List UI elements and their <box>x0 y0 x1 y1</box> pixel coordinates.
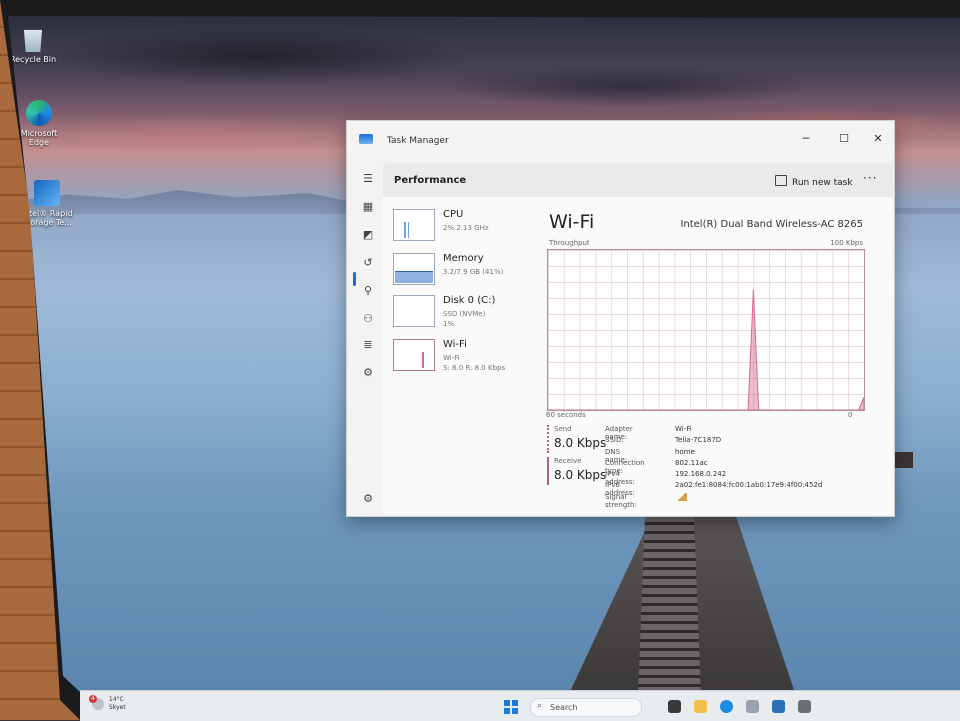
outlook-icon[interactable] <box>772 700 785 713</box>
property-value: Wi-Fi <box>675 425 692 433</box>
weather-widget[interactable]: 4 14°C Skyet <box>89 695 126 712</box>
receive-stat: Receive 8.0 Kbps <box>547 457 606 485</box>
app-icon[interactable] <box>798 700 811 713</box>
nav-selection-indicator <box>353 272 356 286</box>
settings-icon[interactable]: ⚙ <box>359 491 377 507</box>
disk-thumbnail-graph <box>393 295 435 327</box>
resource-sub-line: S: 8.0 R: 8.0 Kbps <box>443 364 506 372</box>
receive-label: Receive <box>554 457 582 465</box>
property-value: home <box>675 447 695 456</box>
resource-name: Disk 0 (C:) <box>443 295 496 306</box>
task-manager-app-icon <box>359 134 373 144</box>
resource-item-wifi[interactable]: Wi-Fi Wi-Fi S: 8.0 R: 8.0 Kbps <box>393 339 533 377</box>
property-value: 802.11ac <box>675 458 708 467</box>
send-stat: Send 8.0 Kbps <box>547 425 606 453</box>
taskbar-search[interactable]: ⌕ Search <box>530 698 642 717</box>
resource-item-cpu[interactable]: CPU 2% 2.13 GHz <box>393 209 533 247</box>
maximize-button[interactable]: ☐ <box>829 129 859 149</box>
details-icon[interactable]: ≣ <box>359 337 377 353</box>
task-view-icon[interactable] <box>668 700 681 713</box>
task-manager-window: Task Manager ─ ☐ ✕ ☰ ▦ ◩ ↺ ⚲ ⚇ ≣ ⚙ ⚙ Per… <box>346 120 895 517</box>
close-button[interactable]: ✕ <box>863 129 893 149</box>
page-title: Performance <box>394 175 467 186</box>
window-title: Task Manager <box>387 136 449 146</box>
app-history-icon[interactable]: ↺ <box>359 255 377 271</box>
resource-name: Memory <box>443 253 484 264</box>
hamburger-menu-icon[interactable]: ☰ <box>359 171 377 187</box>
search-placeholder: Search <box>550 703 578 712</box>
run-new-task-button[interactable]: Run new task <box>775 175 853 188</box>
resource-sub: 3.2/7.9 GB (41%) <box>443 268 504 276</box>
resource-sub-line: SSD (NVMe) <box>443 310 486 318</box>
resource-sub: Wi-Fi S: 8.0 R: 8.0 Kbps <box>443 353 505 373</box>
users-icon[interactable]: ⚇ <box>359 311 377 327</box>
intel-rst-icon <box>34 180 60 206</box>
property-value: 2a02:fe1:8084:fc00:1ab0:17e9:4f00:452d <box>675 481 823 490</box>
processes-icon[interactable]: ▦ <box>359 199 377 215</box>
desktop-icon-label: Recycle Bin <box>9 55 57 64</box>
property-value: Telia-7C187D <box>675 436 722 445</box>
send-label: Send <box>554 425 572 433</box>
resource-name: CPU <box>443 209 464 220</box>
weather-badge: 4 <box>89 695 97 703</box>
throughput-graph-svg <box>548 289 864 410</box>
resource-item-memory[interactable]: Memory 3.2/7.9 GB (41%) <box>393 253 533 291</box>
throughput-max-label: 100 Kbps <box>830 239 863 247</box>
property-key: SSID: <box>605 436 624 445</box>
send-value: 8.0 Kbps <box>554 436 607 450</box>
resource-item-disk[interactable]: Disk 0 (C:) SSD (NVMe) 1% <box>393 295 533 333</box>
memory-thumbnail-graph <box>393 253 435 285</box>
throughput-area <box>548 289 864 410</box>
more-options-button[interactable]: ··· <box>863 171 877 185</box>
property-value: 192.168.0.242 <box>675 470 727 479</box>
page-header: Performance Run new task ··· <box>383 163 893 197</box>
resource-sub: 2% 2.13 GHz <box>443 224 489 232</box>
graph-x-left-label: 60 seconds <box>546 411 586 419</box>
throughput-graph <box>547 249 865 411</box>
wifi-thumbnail-graph <box>393 339 435 371</box>
performance-content: CPU 2% 2.13 GHz Memory 3.2/7.9 GB (41%) … <box>383 197 893 515</box>
resource-sub-line: 1% <box>443 320 455 328</box>
performance-icon[interactable]: ◩ <box>359 227 377 243</box>
property-key: Signal strength: <box>605 492 637 509</box>
graph-x-right-label: 0 <box>848 411 853 419</box>
property-value <box>675 492 687 503</box>
run-new-task-label: Run new task <box>792 178 853 188</box>
weather-condition: Skyet <box>108 704 126 711</box>
weather-icon: 4 <box>89 695 104 710</box>
desktop-icon-recycle-bin[interactable]: Recycle Bin <box>8 26 68 64</box>
minimize-button[interactable]: ─ <box>791 129 821 149</box>
weather-temp: 14°C <box>108 696 124 703</box>
detail-title: Wi-Fi <box>549 211 595 233</box>
run-task-icon <box>775 175 787 186</box>
desktop-icon-label: Microsoft Edge <box>20 129 58 148</box>
signal-strength-icon <box>675 492 687 501</box>
edge-icon <box>26 100 52 126</box>
throughput-label: Throughput <box>549 239 590 247</box>
nav-sidebar: ☰ ▦ ◩ ↺ ⚲ ⚇ ≣ ⚙ ⚙ <box>351 161 385 511</box>
receive-value: 8.0 Kbps <box>554 468 607 482</box>
taskbar: 4 14°C Skyet ⌕ Search <box>80 690 960 721</box>
resource-sub: SSD (NVMe) 1% <box>443 309 485 329</box>
edge-taskbar-icon[interactable] <box>720 700 733 713</box>
start-button[interactable] <box>504 700 518 714</box>
file-explorer-icon[interactable] <box>694 700 707 713</box>
store-icon[interactable] <box>746 700 759 713</box>
recycle-bin-icon <box>23 29 43 52</box>
services-icon[interactable]: ⚙ <box>359 365 377 381</box>
startup-apps-icon[interactable]: ⚲ <box>359 283 377 299</box>
resource-sub-line: Wi-Fi <box>443 354 460 362</box>
cpu-thumbnail-graph <box>393 209 435 241</box>
search-icon: ⌕ <box>537 701 543 711</box>
resource-name: Wi-Fi <box>443 339 467 350</box>
title-bar[interactable]: Task Manager ─ ☐ ✕ <box>347 121 894 155</box>
adapter-description: Intel(R) Dual Band Wireless-AC 8265 <box>680 219 863 230</box>
